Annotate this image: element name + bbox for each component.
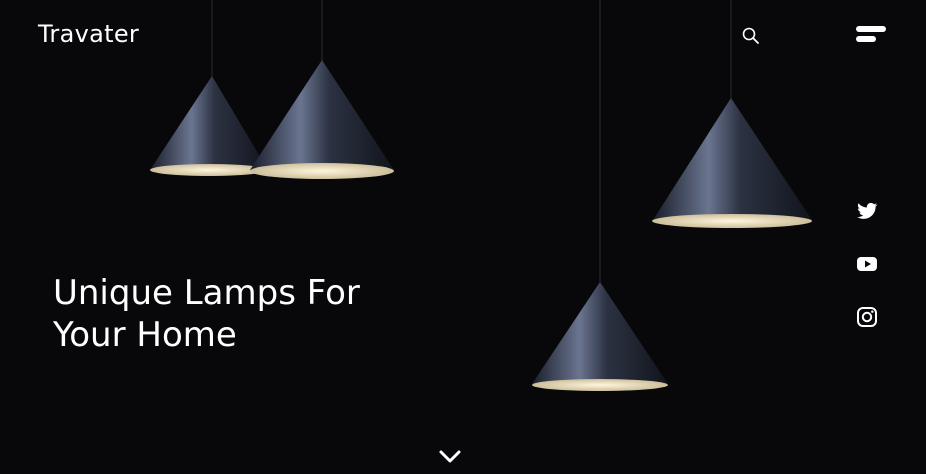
- pendant-lamp: [250, 60, 394, 179]
- twitter-icon[interactable]: [855, 199, 879, 223]
- menu-icon[interactable]: [854, 24, 890, 46]
- instagram-icon[interactable]: [855, 305, 879, 329]
- hero-heading-line-1: Unique Lamps For: [53, 273, 360, 313]
- pendant-lamp: [652, 98, 812, 228]
- chevron-down-icon[interactable]: [438, 447, 462, 467]
- search-icon[interactable]: [741, 26, 761, 46]
- pendant-lamp: [150, 76, 268, 176]
- youtube-icon[interactable]: [855, 252, 879, 276]
- brand-logo[interactable]: Travater: [38, 20, 139, 48]
- hero-background-lamps: [150, 0, 812, 391]
- pendant-lamp: [532, 282, 668, 391]
- hero-heading-line-2: Your Home: [53, 315, 237, 355]
- hero-heading: Unique Lamps For Your Home: [53, 272, 433, 356]
